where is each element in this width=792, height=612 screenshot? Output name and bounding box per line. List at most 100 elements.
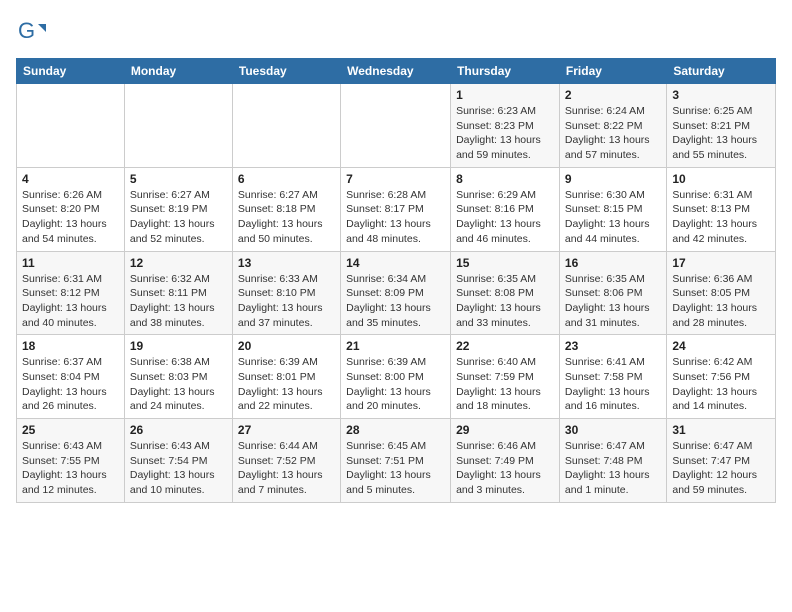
day-info: Sunrise: 6:31 AM Sunset: 8:12 PM Dayligh… bbox=[22, 272, 119, 331]
day-cell: 12 Sunrise: 6:32 AM Sunset: 8:11 PM Dayli… bbox=[124, 251, 232, 335]
day-cell: 27 Sunrise: 6:44 AM Sunset: 7:52 PM Dayli… bbox=[232, 419, 340, 503]
week-row-1: 1 Sunrise: 6:23 AM Sunset: 8:23 PM Daylig… bbox=[17, 84, 776, 168]
col-header-sunday: Sunday bbox=[17, 59, 125, 84]
day-cell: 14 Sunrise: 6:34 AM Sunset: 8:09 PM Dayli… bbox=[341, 251, 451, 335]
day-info: Sunrise: 6:43 AM Sunset: 7:54 PM Dayligh… bbox=[130, 439, 227, 498]
day-cell: 7 Sunrise: 6:28 AM Sunset: 8:17 PM Daylig… bbox=[341, 167, 451, 251]
col-header-saturday: Saturday bbox=[667, 59, 776, 84]
day-number: 13 bbox=[238, 256, 335, 270]
day-cell: 9 Sunrise: 6:30 AM Sunset: 8:15 PM Daylig… bbox=[559, 167, 666, 251]
day-cell: 22 Sunrise: 6:40 AM Sunset: 7:59 PM Dayli… bbox=[451, 335, 560, 419]
day-info: Sunrise: 6:44 AM Sunset: 7:52 PM Dayligh… bbox=[238, 439, 335, 498]
calendar-table: SundayMondayTuesdayWednesdayThursdayFrid… bbox=[16, 58, 776, 503]
day-info: Sunrise: 6:24 AM Sunset: 8:22 PM Dayligh… bbox=[565, 104, 661, 163]
day-cell: 31 Sunrise: 6:47 AM Sunset: 7:47 PM Dayli… bbox=[667, 419, 776, 503]
day-cell: 21Sunrise: 6:39 AM Sunset: 8:00 PM Dayli… bbox=[341, 335, 451, 419]
svg-text:G: G bbox=[18, 18, 35, 43]
day-cell: 5 Sunrise: 6:27 AM Sunset: 8:19 PM Daylig… bbox=[124, 167, 232, 251]
day-number: 15 bbox=[456, 256, 554, 270]
day-number: 4 bbox=[22, 172, 119, 186]
col-header-tuesday: Tuesday bbox=[232, 59, 340, 84]
week-row-5: 25 Sunrise: 6:43 AM Sunset: 7:55 PM Dayli… bbox=[17, 419, 776, 503]
day-info: Sunrise: 6:38 AM Sunset: 8:03 PM Dayligh… bbox=[130, 355, 227, 414]
day-info: Sunrise: 6:27 AM Sunset: 8:18 PM Dayligh… bbox=[238, 188, 335, 247]
day-number: 9 bbox=[565, 172, 661, 186]
day-number: 8 bbox=[456, 172, 554, 186]
day-number: 30 bbox=[565, 423, 661, 437]
day-cell bbox=[124, 84, 232, 168]
day-number: 19 bbox=[130, 339, 227, 353]
day-info: Sunrise: 6:23 AM Sunset: 8:23 PM Dayligh… bbox=[456, 104, 554, 163]
day-number: 27 bbox=[238, 423, 335, 437]
day-info: Sunrise: 6:28 AM Sunset: 8:17 PM Dayligh… bbox=[346, 188, 445, 247]
day-number: 25 bbox=[22, 423, 119, 437]
day-cell: 8 Sunrise: 6:29 AM Sunset: 8:16 PM Daylig… bbox=[451, 167, 560, 251]
day-info: Sunrise: 6:36 AM Sunset: 8:05 PM Dayligh… bbox=[672, 272, 770, 331]
col-header-monday: Monday bbox=[124, 59, 232, 84]
day-info: Sunrise: 6:31 AM Sunset: 8:13 PM Dayligh… bbox=[672, 188, 770, 247]
day-info: Sunrise: 6:47 AM Sunset: 7:48 PM Dayligh… bbox=[565, 439, 661, 498]
day-number: 2 bbox=[565, 88, 661, 102]
day-info: Sunrise: 6:33 AM Sunset: 8:10 PM Dayligh… bbox=[238, 272, 335, 331]
logo: G bbox=[16, 16, 50, 46]
day-info: Sunrise: 6:37 AM Sunset: 8:04 PM Dayligh… bbox=[22, 355, 119, 414]
day-info: Sunrise: 6:43 AM Sunset: 7:55 PM Dayligh… bbox=[22, 439, 119, 498]
day-cell: 28 Sunrise: 6:45 AM Sunset: 7:51 PM Dayli… bbox=[341, 419, 451, 503]
day-cell: 3 Sunrise: 6:25 AM Sunset: 8:21 PM Daylig… bbox=[667, 84, 776, 168]
day-cell: 25 Sunrise: 6:43 AM Sunset: 7:55 PM Dayli… bbox=[17, 419, 125, 503]
day-info: Sunrise: 6:40 AM Sunset: 7:59 PM Dayligh… bbox=[456, 355, 554, 414]
day-cell: 19 Sunrise: 6:38 AM Sunset: 8:03 PM Dayli… bbox=[124, 335, 232, 419]
day-number: 7 bbox=[346, 172, 445, 186]
header-row: SundayMondayTuesdayWednesdayThursdayFrid… bbox=[17, 59, 776, 84]
day-info: Sunrise: 6:45 AM Sunset: 7:51 PM Dayligh… bbox=[346, 439, 445, 498]
day-number: 3 bbox=[672, 88, 770, 102]
day-number: 21 bbox=[346, 339, 445, 353]
day-info: Sunrise: 6:34 AM Sunset: 8:09 PM Dayligh… bbox=[346, 272, 445, 331]
day-number: 22 bbox=[456, 339, 554, 353]
day-info: Sunrise: 6:26 AM Sunset: 8:20 PM Dayligh… bbox=[22, 188, 119, 247]
day-cell: 6Sunrise: 6:27 AM Sunset: 8:18 PM Daylig… bbox=[232, 167, 340, 251]
day-number: 11 bbox=[22, 256, 119, 270]
day-cell: 26 Sunrise: 6:43 AM Sunset: 7:54 PM Dayli… bbox=[124, 419, 232, 503]
day-number: 29 bbox=[456, 423, 554, 437]
day-number: 1 bbox=[456, 88, 554, 102]
day-number: 5 bbox=[130, 172, 227, 186]
day-info: Sunrise: 6:46 AM Sunset: 7:49 PM Dayligh… bbox=[456, 439, 554, 498]
col-header-wednesday: Wednesday bbox=[341, 59, 451, 84]
day-cell: 4 Sunrise: 6:26 AM Sunset: 8:20 PM Daylig… bbox=[17, 167, 125, 251]
day-info: Sunrise: 6:47 AM Sunset: 7:47 PM Dayligh… bbox=[672, 439, 770, 498]
day-number: 31 bbox=[672, 423, 770, 437]
day-number: 16 bbox=[565, 256, 661, 270]
header: G bbox=[16, 16, 776, 46]
day-info: Sunrise: 6:42 AM Sunset: 7:56 PM Dayligh… bbox=[672, 355, 770, 414]
day-number: 23 bbox=[565, 339, 661, 353]
day-info: Sunrise: 6:30 AM Sunset: 8:15 PM Dayligh… bbox=[565, 188, 661, 247]
day-info: Sunrise: 6:25 AM Sunset: 8:21 PM Dayligh… bbox=[672, 104, 770, 163]
day-number: 26 bbox=[130, 423, 227, 437]
day-number: 10 bbox=[672, 172, 770, 186]
day-cell: 18 Sunrise: 6:37 AM Sunset: 8:04 PM Dayli… bbox=[17, 335, 125, 419]
day-cell: 30 Sunrise: 6:47 AM Sunset: 7:48 PM Dayli… bbox=[559, 419, 666, 503]
day-cell bbox=[17, 84, 125, 168]
day-info: Sunrise: 6:29 AM Sunset: 8:16 PM Dayligh… bbox=[456, 188, 554, 247]
logo-icon: G bbox=[16, 16, 46, 46]
day-number: 14 bbox=[346, 256, 445, 270]
day-number: 17 bbox=[672, 256, 770, 270]
col-header-friday: Friday bbox=[559, 59, 666, 84]
day-number: 20 bbox=[238, 339, 335, 353]
day-cell: 16Sunrise: 6:35 AM Sunset: 8:06 PM Dayli… bbox=[559, 251, 666, 335]
day-info: Sunrise: 6:27 AM Sunset: 8:19 PM Dayligh… bbox=[130, 188, 227, 247]
day-cell: 23Sunrise: 6:41 AM Sunset: 7:58 PM Dayli… bbox=[559, 335, 666, 419]
day-number: 18 bbox=[22, 339, 119, 353]
day-cell bbox=[232, 84, 340, 168]
day-cell bbox=[341, 84, 451, 168]
day-cell: 1 Sunrise: 6:23 AM Sunset: 8:23 PM Daylig… bbox=[451, 84, 560, 168]
day-cell: 24 Sunrise: 6:42 AM Sunset: 7:56 PM Dayli… bbox=[667, 335, 776, 419]
day-cell: 10 Sunrise: 6:31 AM Sunset: 8:13 PM Dayli… bbox=[667, 167, 776, 251]
day-number: 28 bbox=[346, 423, 445, 437]
week-row-3: 11 Sunrise: 6:31 AM Sunset: 8:12 PM Dayli… bbox=[17, 251, 776, 335]
day-info: Sunrise: 6:39 AM Sunset: 8:01 PM Dayligh… bbox=[238, 355, 335, 414]
day-number: 12 bbox=[130, 256, 227, 270]
day-number: 24 bbox=[672, 339, 770, 353]
day-info: Sunrise: 6:32 AM Sunset: 8:11 PM Dayligh… bbox=[130, 272, 227, 331]
